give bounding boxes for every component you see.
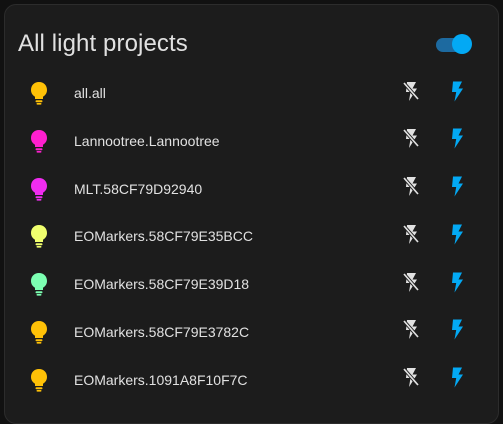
flash-off-icon (401, 223, 421, 250)
project-name: EOMarkers.58CF79E35BCC (74, 228, 253, 245)
turn-off-button[interactable] (397, 270, 425, 298)
flash-icon (447, 366, 467, 393)
turn-on-button[interactable] (443, 79, 471, 107)
lightbulb-icon (29, 224, 49, 248)
turn-on-button[interactable] (443, 366, 471, 394)
all-projects-toggle[interactable] (436, 34, 472, 54)
lightbulb-icon (29, 129, 49, 153)
project-name: Lannootree.Lannootree (74, 132, 220, 149)
light-projects-card: All light projects all.all Lannootree.La… (4, 4, 499, 424)
project-row: EOMarkers.1091A8F10F7C (5, 356, 498, 404)
flash-off-icon (401, 175, 421, 202)
flash-icon (447, 223, 467, 250)
flash-off-icon (401, 366, 421, 393)
flash-icon (447, 175, 467, 202)
project-name: MLT.58CF79D92940 (74, 180, 203, 197)
lightbulb-icon (29, 81, 49, 105)
project-row: EOMarkers.58CF79E39D18 (5, 260, 498, 308)
turn-off-button[interactable] (397, 127, 425, 155)
card-header: All light projects (5, 5, 498, 79)
lightbulb-icon (29, 320, 49, 344)
turn-off-button[interactable] (397, 318, 425, 346)
lightbulb-icon (29, 177, 49, 201)
flash-off-icon (401, 127, 421, 154)
project-row: Lannootree.Lannootree (5, 117, 498, 165)
project-row: MLT.58CF79D92940 (5, 165, 498, 213)
turn-on-button[interactable] (443, 270, 471, 298)
project-name: EOMarkers.1091A8F10F7C (74, 371, 248, 388)
turn-on-button[interactable] (443, 175, 471, 203)
project-row: EOMarkers.58CF79E35BCC (5, 212, 498, 260)
turn-off-button[interactable] (397, 222, 425, 250)
project-name: all.all (74, 85, 106, 101)
turn-off-button[interactable] (397, 175, 425, 203)
turn-off-button[interactable] (397, 366, 425, 394)
project-row: EOMarkers.58CF79E3782C (5, 308, 498, 356)
card-title: All light projects (18, 30, 188, 57)
project-row: all.all (5, 69, 498, 117)
turn-on-button[interactable] (443, 222, 471, 250)
toggle-knob (452, 34, 472, 54)
flash-icon (447, 127, 467, 154)
project-name: EOMarkers.58CF79E3782C (74, 323, 250, 340)
flash-off-icon (401, 271, 421, 298)
flash-off-icon (401, 318, 421, 345)
turn-on-button[interactable] (443, 127, 471, 155)
turn-on-button[interactable] (443, 318, 471, 346)
flash-icon (447, 271, 467, 298)
flash-icon (447, 80, 467, 107)
project-name: EOMarkers.58CF79E39D18 (74, 276, 250, 293)
flash-icon (447, 318, 467, 345)
project-list: all.all Lannootree.Lannootree MLT.58CF79… (5, 69, 498, 404)
lightbulb-icon (29, 368, 49, 392)
flash-off-icon (401, 80, 421, 107)
turn-off-button[interactable] (397, 79, 425, 107)
lightbulb-icon (29, 272, 49, 296)
